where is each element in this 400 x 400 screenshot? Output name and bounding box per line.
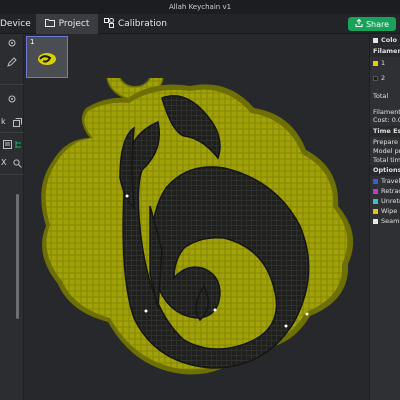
filament-header: Filament <box>373 47 400 55</box>
calibration-icon <box>104 17 114 31</box>
option-travel[interactable]: Travel <box>373 177 400 185</box>
tab-project-label: Project <box>58 19 90 29</box>
travel-swatch <box>373 178 378 184</box>
slicer-window: Allah Keychain v1 Device Project Calibra… <box>0 0 400 400</box>
tab-device-label: Device <box>0 19 31 29</box>
time-row: Total time <box>373 156 400 164</box>
window-title: Allah Keychain v1 <box>168 3 232 11</box>
filament-cost-label: Filament <box>373 108 400 116</box>
plate-preview <box>38 53 56 65</box>
filament-row-2: 2 <box>373 74 385 82</box>
divider <box>0 174 24 175</box>
tab-calibration-label: Calibration <box>118 19 167 29</box>
wipe-swatch <box>373 208 378 214</box>
tab-project[interactable]: Project <box>36 14 98 34</box>
edit-icon[interactable] <box>6 56 18 68</box>
filament-swatch-1 <box>373 60 378 66</box>
time-row: Model pri <box>373 147 400 155</box>
right-panel: Colo Filament 1 2 Total Filament Cost: 0… <box>369 34 400 400</box>
tree-icon[interactable] <box>12 138 24 150</box>
copy-icon[interactable] <box>11 116 23 128</box>
share-button[interactable]: Share <box>348 17 396 31</box>
panel-label-x: X <box>1 158 7 167</box>
divider <box>0 132 24 133</box>
title-bar: Allah Keychain v1 <box>0 0 400 14</box>
share-icon <box>355 18 363 29</box>
options-header: Options <box>373 166 400 174</box>
scrollbar[interactable] <box>16 194 19 319</box>
color-scheme-header[interactable]: Colo <box>373 36 397 44</box>
search-icon[interactable] <box>11 157 23 169</box>
option-retract[interactable]: Retract <box>373 187 400 195</box>
tab-calibration[interactable]: Calibration <box>104 14 184 34</box>
gear-icon[interactable] <box>6 37 18 49</box>
folder-icon <box>44 18 55 30</box>
share-label: Share <box>365 19 390 29</box>
option-seams[interactable]: Seams <box>373 217 400 225</box>
plate-thumbnail[interactable]: 1 <box>26 36 68 78</box>
keychain-model[interactable] <box>24 78 369 400</box>
panel-label-k: k <box>1 117 6 126</box>
3d-viewport[interactable] <box>24 78 369 400</box>
settings-icon[interactable] <box>6 93 18 105</box>
option-unretract[interactable]: Unretra <box>373 197 400 205</box>
color-scheme-label: Colo <box>381 36 397 44</box>
filament-swatch-2 <box>373 75 378 81</box>
time-row: Prepare ti <box>373 138 400 146</box>
tab-device[interactable]: Device <box>0 14 36 34</box>
retract-swatch <box>373 188 378 194</box>
option-wipe[interactable]: Wipe <box>373 207 397 215</box>
divider <box>0 84 24 85</box>
seams-swatch <box>373 218 378 224</box>
color-icon <box>373 37 378 43</box>
filament-row-1: 1 <box>373 59 385 67</box>
unretract-swatch <box>373 198 378 204</box>
total-label: Total <box>373 92 389 100</box>
time-estimate-header: Time Esti <box>373 127 400 135</box>
tab-bar: Device Project Calibration Share <box>0 14 400 34</box>
cost-label: Cost: 0.0 <box>373 116 400 124</box>
left-panel: k X <box>0 34 24 400</box>
